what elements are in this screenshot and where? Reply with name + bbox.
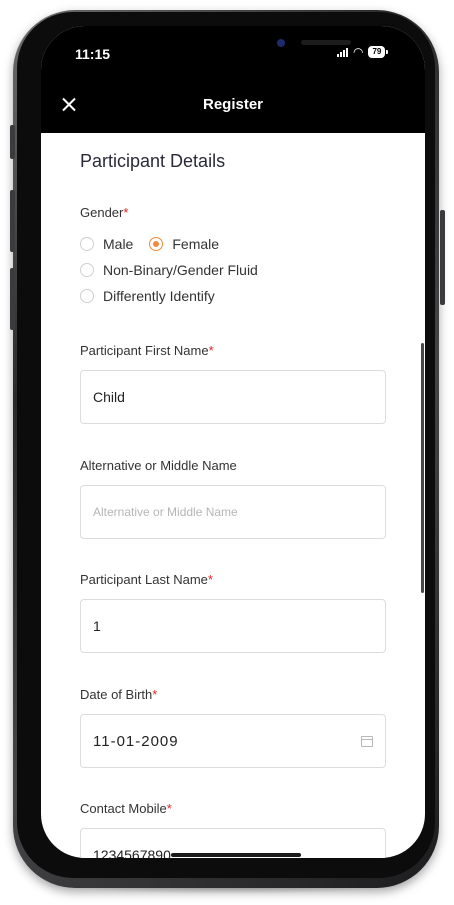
phone-screen: 11:15 ◠ 79 Register Participant Details … — [41, 26, 425, 858]
page-title: Register — [202, 96, 264, 113]
section-title: Participant Details — [80, 151, 226, 171]
battery-icon: 79 — [368, 46, 389, 58]
speaker-grille — [301, 40, 351, 45]
calendar-icon[interactable] — [361, 735, 373, 747]
camera-icon — [277, 39, 285, 47]
radio-label-female[interactable]: Female — [172, 236, 219, 252]
first-name-field[interactable]: Child — [80, 370, 386, 424]
required-mark: * — [123, 205, 129, 220]
radio-non-binary[interactable] — [80, 263, 94, 277]
radio-differently-identify[interactable] — [80, 289, 94, 303]
radio-label-male[interactable]: Male — [103, 236, 133, 252]
gender-row-1: Male Female — [80, 236, 219, 252]
dob-label: Date of Birth* — [80, 687, 158, 702]
radio-label-non-binary[interactable]: Non-Binary/Gender Fluid — [103, 262, 258, 278]
status-icons: ◠ 79 — [337, 45, 389, 59]
gender-row-2: Non-Binary/Gender Fluid — [80, 262, 258, 278]
status-time: 11:15 — [75, 46, 111, 62]
required-mark: * — [152, 687, 158, 702]
middle-name-label: Alternative or Middle Name — [80, 458, 237, 473]
middle-name-field[interactable]: Alternative or Middle Name — [80, 485, 386, 539]
side-button-silent — [10, 125, 15, 159]
side-button-volume-up — [10, 190, 15, 252]
home-indicator[interactable] — [171, 853, 301, 857]
last-name-label: Participant Last Name* — [80, 572, 213, 587]
required-mark: * — [207, 572, 213, 587]
gender-label: Gender* — [80, 205, 129, 220]
wifi-icon: ◠ — [353, 45, 364, 59]
radio-female[interactable] — [149, 237, 164, 251]
mobile-label: Contact Mobile* — [80, 801, 172, 816]
required-mark: * — [208, 343, 214, 358]
gender-row-3: Differently Identify — [80, 288, 215, 304]
side-button-power — [440, 210, 445, 305]
dob-value: 11-01-2009 — [93, 732, 179, 750]
last-name-field[interactable]: 1 — [80, 599, 386, 653]
scrollbar[interactable] — [421, 343, 424, 593]
side-button-volume-down — [10, 268, 15, 330]
required-mark: * — [166, 801, 172, 816]
radio-label-differently-identify[interactable]: Differently Identify — [103, 288, 215, 304]
app-header: 11:15 ◠ 79 Register — [41, 26, 425, 133]
first-name-label: Participant First Name* — [80, 343, 214, 358]
signal-icon — [337, 47, 348, 57]
radio-male[interactable] — [80, 237, 94, 251]
notch — [136, 26, 351, 66]
dob-field[interactable]: 11-01-2009 — [80, 714, 386, 768]
